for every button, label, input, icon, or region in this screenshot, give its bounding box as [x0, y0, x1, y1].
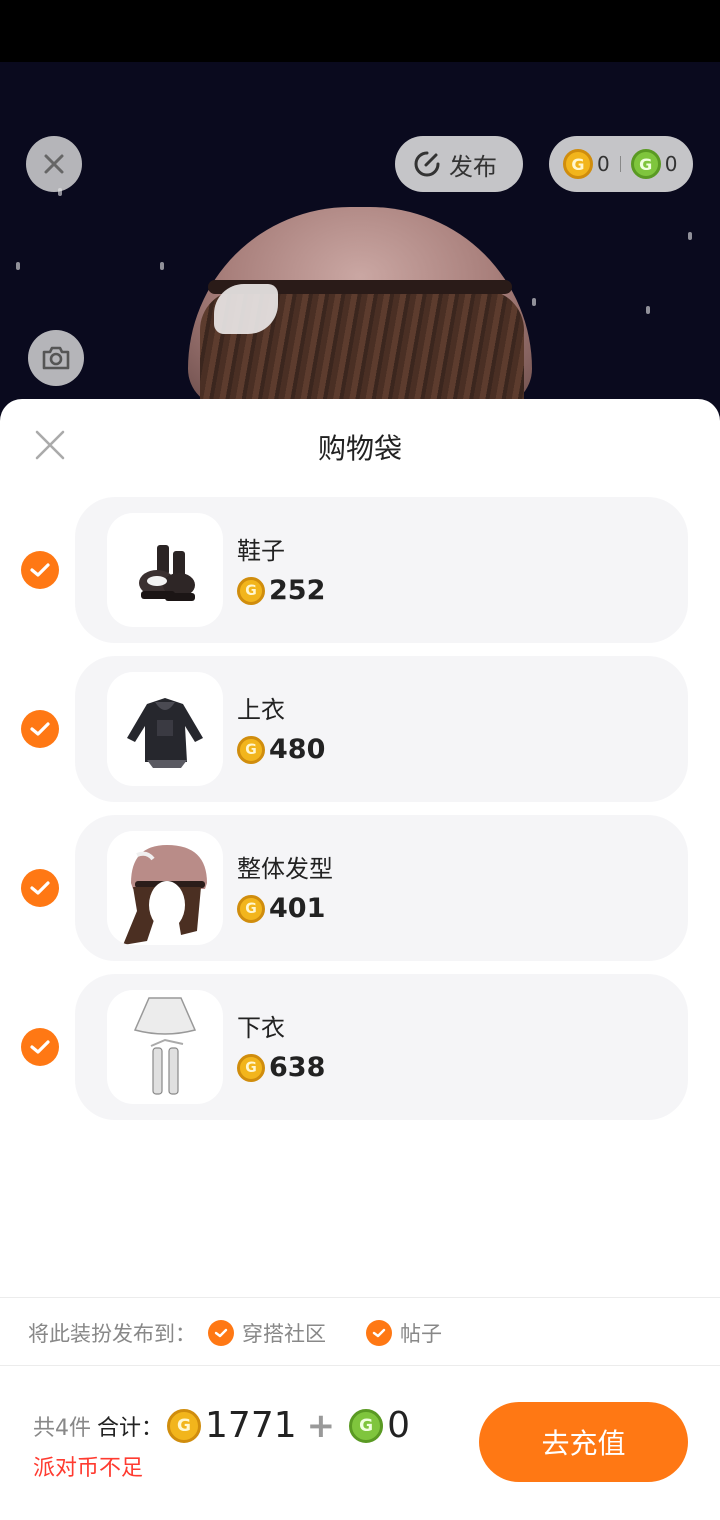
gold-coin-icon: G: [167, 1408, 202, 1443]
item-card[interactable]: 整体发型 G 401: [75, 815, 688, 961]
item-price: G 480: [237, 734, 325, 765]
publish-label: 发布: [449, 152, 497, 181]
item-thumbnail: [107, 672, 223, 786]
check-icon: [30, 563, 50, 577]
sheet-title: 购物袋: [317, 432, 402, 465]
shoes-icon: [139, 545, 195, 601]
list-item: 鞋子 G 252: [0, 497, 720, 643]
list-item: 下衣 G 638: [0, 974, 720, 1120]
plus-sign: +: [306, 1405, 336, 1446]
publish-option-post[interactable]: 帖子: [366, 1318, 442, 1348]
item-checkbox[interactable]: [21, 869, 59, 907]
item-count: 共4件: [33, 1415, 91, 1441]
item-price-value: 638: [269, 1052, 326, 1083]
divider: [0, 1365, 720, 1366]
hoodie-icon: [127, 698, 203, 768]
gold-coin-icon: G: [237, 576, 265, 605]
camera-button[interactable]: [28, 330, 84, 386]
green-balance: 0: [664, 152, 678, 176]
check-icon: [366, 1320, 392, 1346]
recharge-button[interactable]: 去充值: [479, 1402, 688, 1482]
total-summary: 共4件 合计： G 1771 + G 0 派对币不足: [33, 1405, 410, 1482]
item-price: G 401: [237, 893, 325, 924]
item-card[interactable]: 上衣 G 480: [75, 656, 688, 802]
publish-button[interactable]: 发布: [395, 136, 523, 192]
close-button[interactable]: [26, 136, 82, 192]
green-total: 0: [387, 1405, 411, 1446]
balance-pill[interactable]: G 0 G 0: [549, 136, 693, 192]
balance-divider: [619, 156, 621, 172]
list-item: 上衣 G 480: [0, 656, 720, 802]
publish-to-row: 将此装扮发布到： 穿搭社区 帖子: [28, 1318, 442, 1348]
item-thumbnail: [107, 513, 223, 627]
item-checkbox[interactable]: [21, 551, 59, 589]
item-thumbnail: [107, 831, 223, 945]
divider: [0, 1297, 720, 1298]
green-coin-icon: G: [349, 1408, 384, 1443]
item-name: 上衣: [237, 696, 285, 724]
publish-option-label: 帖子: [400, 1322, 442, 1346]
item-checkbox[interactable]: [21, 710, 59, 748]
item-thumbnail: [107, 990, 223, 1104]
gold-total: 1771: [205, 1405, 297, 1446]
gold-coin-icon: G: [237, 1053, 265, 1082]
publish-option-label: 穿搭社区: [242, 1322, 326, 1346]
insufficient-warning: 派对币不足: [33, 1456, 144, 1481]
gold-balance: 0: [597, 152, 610, 176]
status-bar: [0, 0, 720, 62]
gold-coin-icon: G: [563, 149, 593, 179]
item-card[interactable]: 鞋子 G 252: [75, 497, 688, 643]
hairstyle-icon: [123, 845, 207, 945]
item-name: 整体发型: [237, 855, 333, 883]
publish-option-community[interactable]: 穿搭社区: [208, 1318, 326, 1348]
check-icon: [30, 881, 50, 895]
shopping-bag-sheet: 购物袋 鞋子 G 252 上衣 G 480 整体发型 G 401 下衣 G 63…: [0, 399, 720, 1520]
total-label: 合计：: [97, 1415, 164, 1441]
skirt-icon: [133, 997, 197, 1095]
avatar-preview[interactable]: [0, 62, 720, 422]
camera-icon: [42, 346, 70, 370]
item-price-value: 480: [269, 734, 326, 765]
publish-to-label: 将此装扮发布到：: [28, 1322, 196, 1346]
item-price-value: 252: [269, 575, 326, 606]
check-icon: [30, 722, 50, 736]
item-card[interactable]: 下衣 G 638: [75, 974, 688, 1120]
gold-coin-icon: G: [237, 735, 265, 764]
green-coin-icon: G: [630, 149, 661, 179]
check-icon: [208, 1320, 234, 1346]
gold-coin-icon: G: [237, 894, 265, 923]
item-name: 下衣: [237, 1014, 285, 1042]
close-icon: [44, 154, 64, 174]
item-checkbox[interactable]: [21, 1028, 59, 1066]
item-price-value: 401: [269, 893, 326, 924]
item-price: G 252: [237, 575, 325, 606]
check-icon: [30, 1040, 50, 1054]
list-item: 整体发型 G 401: [0, 815, 720, 961]
item-price: G 638: [237, 1052, 325, 1083]
publish-icon: [414, 151, 440, 177]
item-name: 鞋子: [237, 537, 285, 565]
